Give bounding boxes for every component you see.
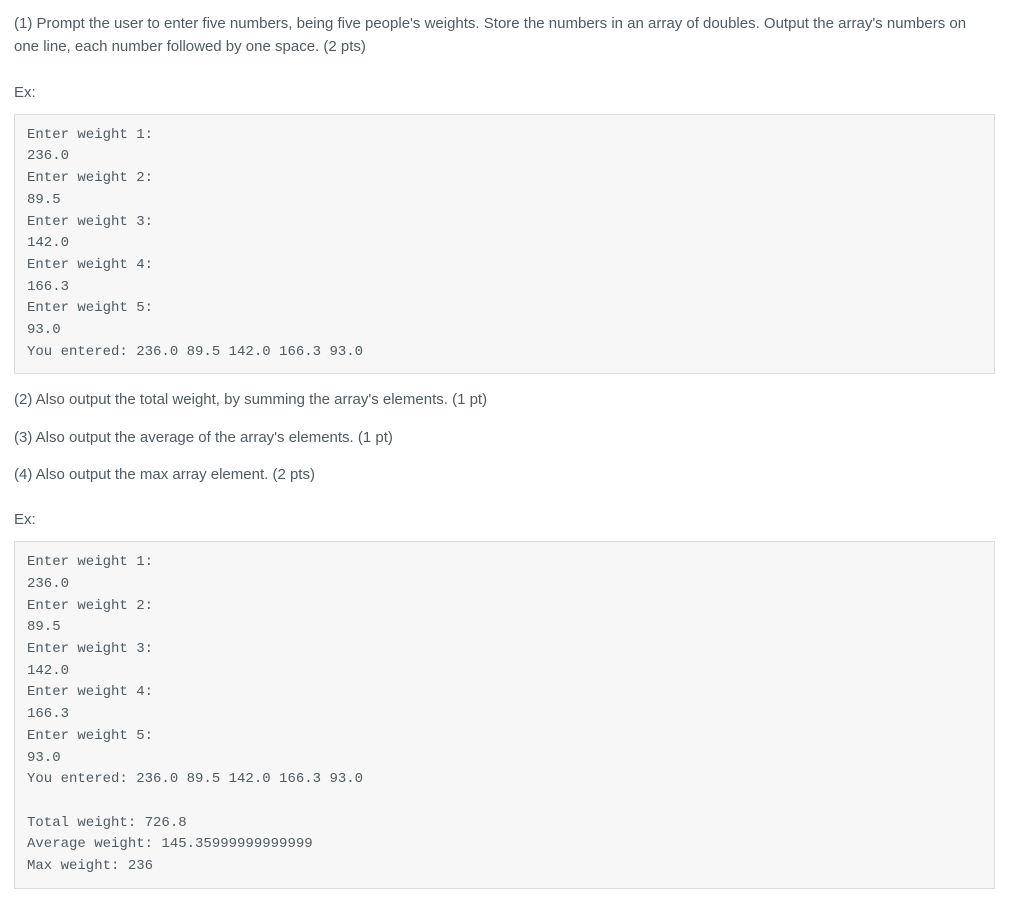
example-output-1: Enter weight 1: 236.0 Enter weight 2: 89… xyxy=(14,114,995,375)
example-output-2: Enter weight 1: 236.0 Enter weight 2: 89… xyxy=(14,541,995,888)
instruction-4: (4) Also output the max array element. (… xyxy=(14,463,995,486)
instruction-3: (3) Also output the average of the array… xyxy=(14,426,995,449)
example-label-2: Ex: xyxy=(14,508,995,531)
instruction-1: (1) Prompt the user to enter five number… xyxy=(14,12,995,59)
instruction-2: (2) Also output the total weight, by sum… xyxy=(14,388,995,411)
example-label-1: Ex: xyxy=(14,81,995,104)
